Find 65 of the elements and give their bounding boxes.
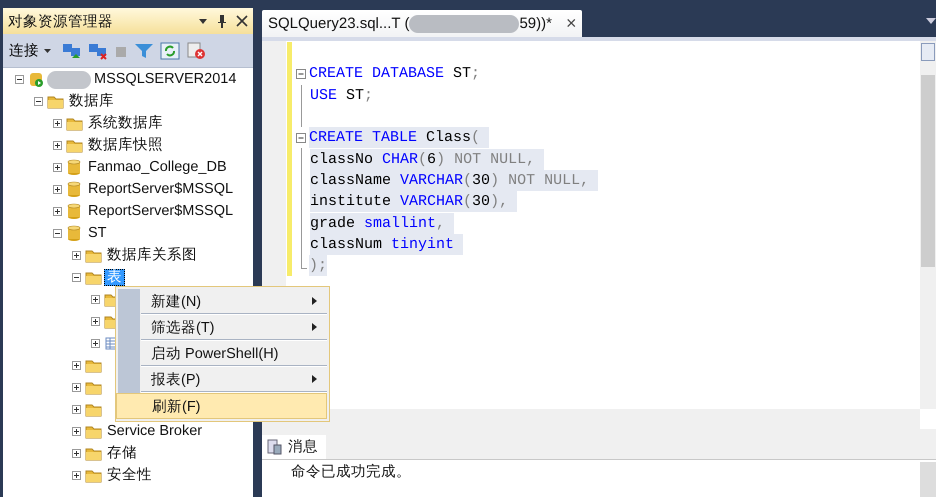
tree-item[interactable]: ReportServer$MSSQL (85, 202, 236, 220)
menu-item[interactable]: 筛选器(T) (118, 315, 327, 339)
expand-icon[interactable] (72, 470, 81, 480)
close-icon[interactable] (236, 15, 248, 27)
collapse-icon[interactable] (296, 68, 306, 79)
dropdown-icon[interactable] (198, 16, 208, 26)
refresh-icon[interactable] (160, 42, 180, 60)
server-icon (28, 70, 45, 88)
blurred-area (47, 69, 91, 89)
tree-item[interactable]: 安全性 (104, 466, 155, 484)
menu-item[interactable]: 启动 PowerShell(H) (118, 341, 327, 365)
vertical-scrollbar[interactable] (920, 462, 936, 497)
document-tab[interactable]: SQLQuery23.sql...T ( 59))* × (262, 10, 582, 37)
tree-item[interactable]: ReportServer$MSSQL (85, 180, 236, 198)
tree-item[interactable]: 数据库关系图 (104, 246, 200, 264)
database-icon (66, 202, 83, 220)
panel-title: 对象资源管理器 (8, 12, 113, 30)
menu-item[interactable]: 新建(N) (118, 289, 327, 313)
connect-icon[interactable] (62, 42, 82, 60)
expand-icon[interactable] (91, 294, 100, 304)
expand-icon[interactable] (53, 118, 62, 128)
tree-item[interactable]: 数据库 (66, 92, 117, 110)
scrollbar-thumb[interactable] (921, 75, 935, 267)
message-text: 命令已成功完成。 (291, 462, 411, 482)
vertical-scrollbar[interactable] (920, 41, 936, 409)
expand-icon[interactable] (53, 162, 62, 172)
database-icon (66, 224, 83, 242)
tree-item[interactable]: 存储 (104, 444, 140, 462)
collapse-icon[interactable] (296, 132, 306, 143)
messages-tab[interactable]: 消息 (262, 435, 326, 459)
menu-item[interactable]: 报表(P) (118, 367, 327, 391)
dropdown-icon[interactable] (926, 17, 936, 25)
expand-icon[interactable] (72, 448, 81, 458)
tree-item[interactable]: 数据库快照 (85, 136, 166, 154)
expand-icon[interactable] (72, 250, 81, 260)
expand-icon[interactable] (91, 338, 100, 348)
caret-icon (43, 48, 52, 54)
expand-icon[interactable] (53, 184, 62, 194)
tree-item[interactable]: MSSQLSERVER2014 (91, 70, 240, 88)
collapse-icon[interactable] (53, 228, 62, 238)
collapse-icon[interactable] (15, 74, 24, 84)
close-icon[interactable]: × (566, 13, 576, 34)
tree-item[interactable]: ST (85, 224, 110, 242)
expand-icon[interactable] (53, 206, 62, 216)
collapse-icon[interactable] (72, 272, 81, 282)
expand-icon[interactable] (72, 404, 81, 414)
script-delete-icon[interactable] (186, 42, 206, 60)
expand-icon[interactable] (72, 360, 81, 370)
tree-item[interactable]: Service Broker (104, 422, 206, 440)
code-line: USE ST; (310, 86, 374, 106)
database-icon (66, 158, 83, 176)
expand-icon[interactable] (53, 140, 62, 150)
menu-item[interactable]: 刷新(F) (116, 393, 327, 419)
pin-icon[interactable] (217, 14, 227, 28)
tree-item[interactable]: Fanmao_College_DB (85, 158, 230, 176)
collapse-icon[interactable] (34, 96, 43, 106)
database-icon (66, 180, 83, 198)
expand-icon[interactable] (91, 316, 100, 326)
document-icon (266, 438, 282, 454)
disconnect-icon[interactable] (88, 42, 108, 60)
connect-dropdown[interactable]: 连接 (9, 41, 52, 60)
expand-icon[interactable] (72, 426, 81, 436)
expand-icon[interactable] (72, 382, 81, 392)
code-line: CREATE DATABASE ST; (309, 64, 480, 84)
tree-item[interactable]: 系统数据库 (85, 114, 166, 132)
